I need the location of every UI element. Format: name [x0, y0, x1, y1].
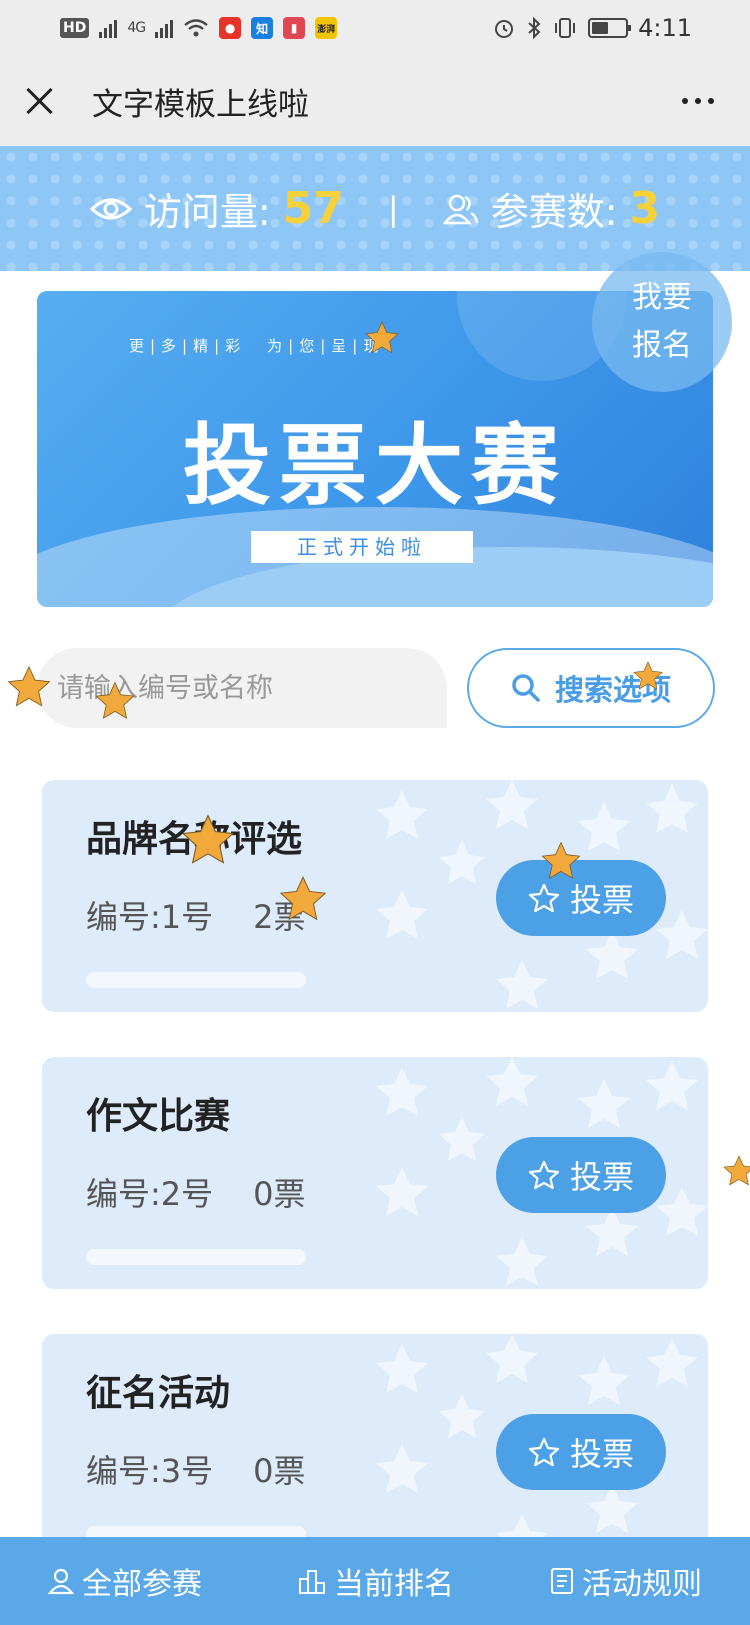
star-outline-icon: [528, 1437, 560, 1467]
signup-label: 我要报名: [632, 280, 692, 363]
decor-star-icon: [95, 681, 135, 719]
entry-title: 作文比赛: [86, 1096, 231, 1137]
entrants-stat: 参赛数: 3: [442, 181, 661, 236]
status-right: 4:11: [492, 14, 692, 42]
news-icon: 澎湃: [315, 17, 338, 39]
decor-star-icon: [181, 814, 235, 864]
hd-badge: HD: [60, 18, 90, 38]
eye-icon: [89, 198, 132, 219]
entry-meta: 编号:1号 2票: [86, 892, 306, 938]
decor-star-icon: [633, 661, 663, 690]
entry-number: 编号:2号: [86, 1175, 214, 1213]
signal-icon-2: [155, 18, 174, 38]
title-bar: 文字模板上线啦: [0, 56, 750, 146]
vibrate-icon: [555, 18, 576, 38]
entry-meta: 编号:3号 0票: [86, 1446, 306, 1492]
document-icon: [551, 1568, 573, 1594]
entry-votes: 0票: [253, 1175, 306, 1213]
hero-title: 投票大赛: [182, 414, 567, 517]
clock: 4:11: [638, 14, 692, 42]
entry-meta: 编号:2号 0票: [86, 1169, 306, 1215]
visits-label: 访问量:: [143, 190, 271, 234]
bluetooth-icon: [528, 16, 541, 40]
decor-star-icon: [279, 875, 327, 921]
bottom-nav: 全部参赛 当前排名 活动规则: [0, 1537, 750, 1625]
status-left: HD 4G ● 知 ▮ 澎湃: [60, 17, 338, 39]
alarm-icon: [495, 20, 514, 38]
vote-button[interactable]: 投票: [496, 1414, 666, 1490]
vote-button[interactable]: 投票: [496, 1137, 666, 1213]
users-icon: [442, 194, 478, 224]
nav-all-entries-label: 全部参赛: [82, 1567, 202, 1602]
entrants-label: 参赛数:: [490, 190, 618, 234]
nav-rules-label: 活动规则: [582, 1567, 702, 1602]
entry-number: 编号:3号: [86, 1452, 214, 1490]
page-title: 文字模板上线啦: [92, 86, 309, 123]
status-bar: HD 4G ● 知 ▮ 澎湃 4:11: [0, 0, 750, 56]
star-outline-icon: [528, 1160, 560, 1190]
entry-card: 品牌名称评选 编号:1号 2票 投票: [42, 780, 708, 1012]
close-icon[interactable]: [22, 84, 56, 118]
nav-rules[interactable]: 活动规则: [550, 1559, 702, 1603]
star-outline-icon: [528, 883, 560, 913]
entry-title: 征名活动: [86, 1373, 231, 1414]
more-options-icon[interactable]: [682, 98, 714, 104]
hero-subtitle: 正式开始啦: [251, 531, 473, 563]
ranking-podium-icon: [299, 1570, 325, 1594]
user-icon: [48, 1568, 74, 1595]
decor-star-icon: [723, 1155, 750, 1186]
hero-tagline: 更|多|精|彩 为|您|呈|现: [129, 337, 385, 355]
entrants-count: 3: [629, 183, 661, 234]
wifi-icon: [184, 19, 208, 37]
entry-card: 作文比赛 编号:2号 0票 投票: [42, 1057, 708, 1289]
nav-all-entries[interactable]: 全部参赛: [48, 1559, 202, 1603]
signup-button[interactable]: 我要报名: [592, 252, 732, 392]
stats-banner: 访问量: 57 | 参赛数: 3: [0, 146, 750, 271]
stats-divider: |: [387, 189, 399, 228]
entry-votes: 0票: [253, 1452, 306, 1490]
book-icon: ▮: [283, 17, 306, 39]
weibo-icon: ●: [219, 17, 242, 39]
entry-number: 编号:1号: [86, 898, 214, 936]
network-type-label: 4G: [127, 20, 146, 36]
decor-star-icon: [541, 841, 581, 879]
nav-ranking[interactable]: 当前排名: [298, 1559, 454, 1603]
search-button[interactable]: 搜索选项: [467, 648, 715, 728]
vote-button-label: 投票: [569, 1158, 634, 1196]
visits-stat: 访问量: 57: [89, 181, 344, 236]
vote-button-label: 投票: [569, 1435, 634, 1473]
nav-ranking-label: 当前排名: [334, 1567, 454, 1602]
zhihu-icon: 知: [251, 17, 274, 39]
signal-icon: [99, 18, 118, 38]
entry-card: 征名活动 编号:3号 0票 投票: [42, 1334, 708, 1566]
search-icon: [512, 674, 540, 702]
decor-star-icon: [7, 665, 51, 707]
battery-icon: [588, 18, 632, 38]
decor-star-icon: [365, 321, 399, 354]
entry-progress-bar: [86, 972, 306, 988]
visits-count: 57: [282, 183, 344, 234]
entry-progress-bar: [86, 1249, 306, 1265]
